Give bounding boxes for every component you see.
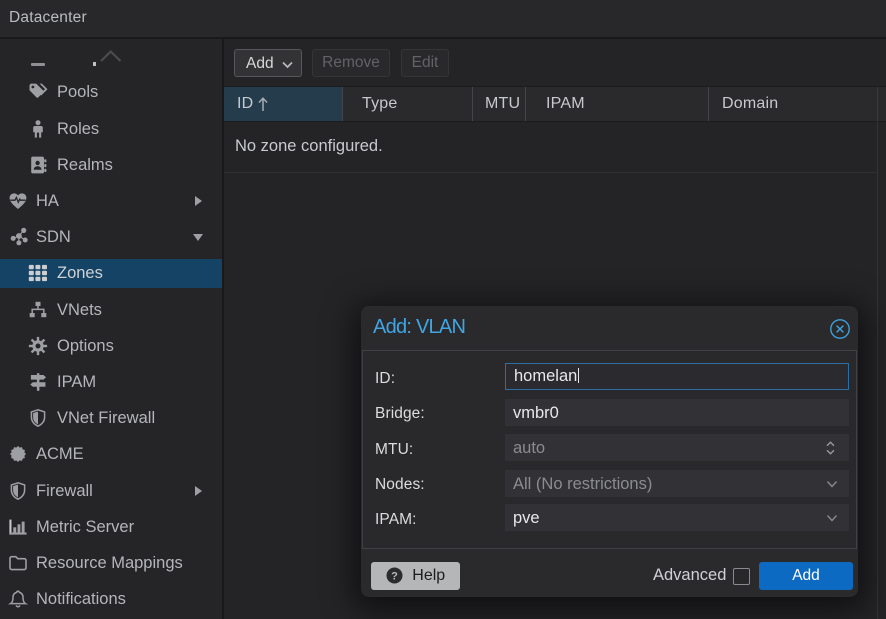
svg-text:?: ? xyxy=(391,570,398,582)
